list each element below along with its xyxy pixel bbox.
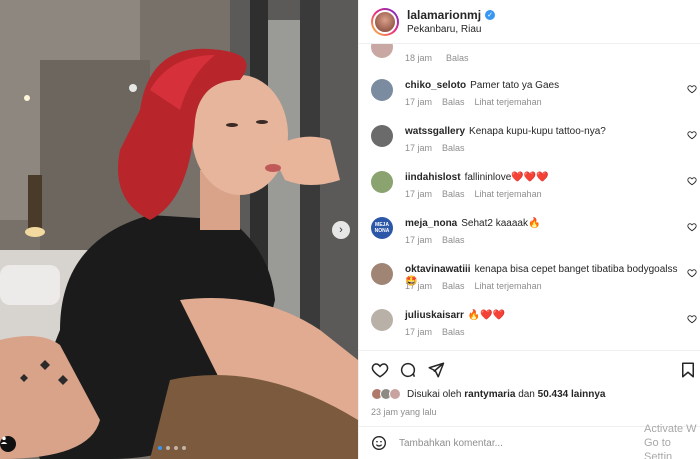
list-item: juliuskaisarr 🔥❤️❤️ 17 jam Balas — [371, 309, 700, 349]
avatar[interactable] — [371, 263, 393, 285]
comment-content: fallininlove❤️❤️❤️ — [464, 172, 549, 183]
translate-link[interactable]: Lihat terjemahan — [475, 97, 542, 107]
translate-link[interactable]: Lihat terjemahan — [475, 281, 542, 291]
comment-username[interactable]: oktavinawatiii — [405, 264, 471, 275]
avatar-logo-text: MEJA NONA — [374, 222, 390, 234]
comment-time: 17 jam — [405, 143, 433, 153]
list-item: chiko_seloto Pamer tato ya Gaes 17 jam Ba… — [371, 79, 700, 119]
comments-list[interactable]: 18 jam Balas chiko_seloto Pamer tato ya G… — [359, 44, 700, 350]
like-comment-heart-icon[interactable] — [687, 130, 697, 140]
comment-input[interactable] — [399, 437, 599, 449]
post-detail-panel: lalamarionmj ✓ Pekanbaru, Riau 18 jam Ba… — [358, 0, 700, 459]
author-avatar[interactable] — [371, 7, 399, 36]
list-item: watssgallery Kenapa kupu-kupu tattoo-nya?… — [371, 125, 700, 165]
next-photo-button[interactable]: › — [332, 221, 350, 239]
reply-link[interactable]: Balas — [442, 189, 465, 199]
reply-link[interactable]: Balas — [446, 53, 469, 63]
post-header: lalamarionmj ✓ Pekanbaru, Riau — [359, 0, 700, 44]
likes-count[interactable]: 50.434 lainnya — [538, 389, 606, 400]
like-heart-icon[interactable] — [371, 361, 389, 379]
comment-content: 🔥❤️❤️ — [467, 310, 506, 321]
comment-meta: 17 jam Balas — [405, 327, 465, 337]
comment-content: Sehat2 kaaaak🔥 — [461, 218, 541, 229]
pagination-dot-active — [158, 446, 162, 450]
comment-meta: 18 jam Balas — [405, 53, 469, 63]
like-comment-heart-icon[interactable] — [687, 176, 697, 186]
comment-meta: 17 jam Balas — [405, 235, 465, 245]
liker-avatars — [371, 388, 401, 400]
tagged-user-icon[interactable] — [0, 436, 16, 452]
comment-text: juliuskaisarr 🔥❤️❤️ — [405, 310, 681, 322]
list-item: iindahislost fallininlove❤️❤️❤️ 17 jam Ba… — [371, 171, 700, 211]
likes-prefix: Disukai oleh — [407, 388, 462, 400]
pagination-dot — [174, 446, 178, 450]
comment-text: meja_nona Sehat2 kaaaak🔥 — [405, 218, 681, 230]
avatar[interactable] — [371, 79, 393, 101]
comment-text: watssgallery Kenapa kupu-kupu tattoo-nya? — [405, 126, 681, 138]
comment-time: 17 jam — [405, 235, 433, 245]
comment-meta: 17 jam Balas — [405, 143, 465, 153]
list-item: MEJA NONA meja_nona Sehat2 kaaaak🔥 17 jam… — [371, 217, 700, 257]
comment-time: 17 jam — [405, 97, 433, 107]
windows-activation-watermark: Activate W Go to Settin — [644, 422, 700, 459]
avatar[interactable] — [371, 125, 393, 147]
reply-link[interactable]: Balas — [442, 235, 465, 245]
comment-time: 17 jam — [405, 281, 433, 291]
likes-summary[interactable]: Disukai oleh rantymaria dan 50.434 lainn… — [371, 388, 605, 400]
share-paper-plane-icon[interactable] — [427, 361, 445, 379]
avatar[interactable] — [371, 171, 393, 193]
reply-link[interactable]: Balas — [442, 97, 465, 107]
comment-username[interactable]: meja_nona — [405, 218, 457, 229]
comment-time: 18 jam — [405, 53, 433, 63]
like-comment-heart-icon[interactable] — [687, 84, 697, 94]
comment-username[interactable]: iindahislost — [405, 172, 461, 183]
pagination-dot — [182, 446, 186, 450]
avatar[interactable] — [371, 44, 393, 58]
comment-text: iindahislost fallininlove❤️❤️❤️ — [405, 172, 681, 184]
watermark-line: Go to Settin — [644, 437, 673, 459]
post-timestamp[interactable]: 23 jam yang lalu — [371, 407, 437, 417]
post-actions-bar — [359, 350, 700, 386]
comment-time: 17 jam — [405, 327, 433, 337]
comment-username[interactable]: chiko_seloto — [405, 80, 466, 91]
reply-link[interactable]: Balas — [442, 327, 465, 337]
like-comment-heart-icon[interactable] — [687, 268, 697, 278]
liker-username[interactable]: rantymaria — [464, 389, 515, 400]
likes-conjunction: dan — [518, 388, 535, 400]
reply-link[interactable]: Balas — [442, 143, 465, 153]
comment-time: 17 jam — [405, 189, 433, 199]
reply-link[interactable]: Balas — [442, 281, 465, 291]
watermark-line: Activate W — [644, 423, 697, 435]
emoji-smiley-icon[interactable] — [371, 435, 387, 451]
author-username[interactable]: lalamarionmj — [407, 8, 481, 22]
comment-meta: 17 jam Balas Lihat terjemahan — [405, 189, 542, 199]
comment-content: Pamer tato ya Gaes — [470, 80, 560, 91]
avatar[interactable] — [371, 309, 393, 331]
avatar — [389, 388, 401, 400]
photo-illustration — [0, 0, 358, 459]
pagination-dot — [166, 446, 170, 450]
photo-pagination-dots — [158, 446, 186, 450]
comment-text: chiko_seloto Pamer tato ya Gaes — [405, 80, 681, 92]
translate-link[interactable]: Lihat terjemahan — [475, 189, 542, 199]
avatar[interactable]: MEJA NONA — [371, 217, 393, 239]
like-comment-heart-icon[interactable] — [687, 222, 697, 232]
comment-content: Kenapa kupu-kupu tattoo-nya? — [469, 126, 606, 137]
verified-badge-icon: ✓ — [485, 10, 496, 20]
post-location[interactable]: Pekanbaru, Riau — [407, 24, 495, 35]
save-bookmark-icon[interactable] — [679, 361, 697, 379]
comment-username[interactable]: juliuskaisarr — [405, 310, 464, 321]
list-item: oktavinawatiii kenapa bisa cepet banget t… — [371, 263, 700, 303]
comment-meta: 17 jam Balas Lihat terjemahan — [405, 281, 542, 291]
like-comment-heart-icon[interactable] — [687, 314, 697, 324]
comment-username[interactable]: watssgallery — [405, 126, 465, 137]
comment-bubble-icon[interactable] — [399, 361, 417, 379]
post-photo[interactable]: › — [0, 0, 358, 459]
comment-meta: 17 jam Balas Lihat terjemahan — [405, 97, 542, 107]
